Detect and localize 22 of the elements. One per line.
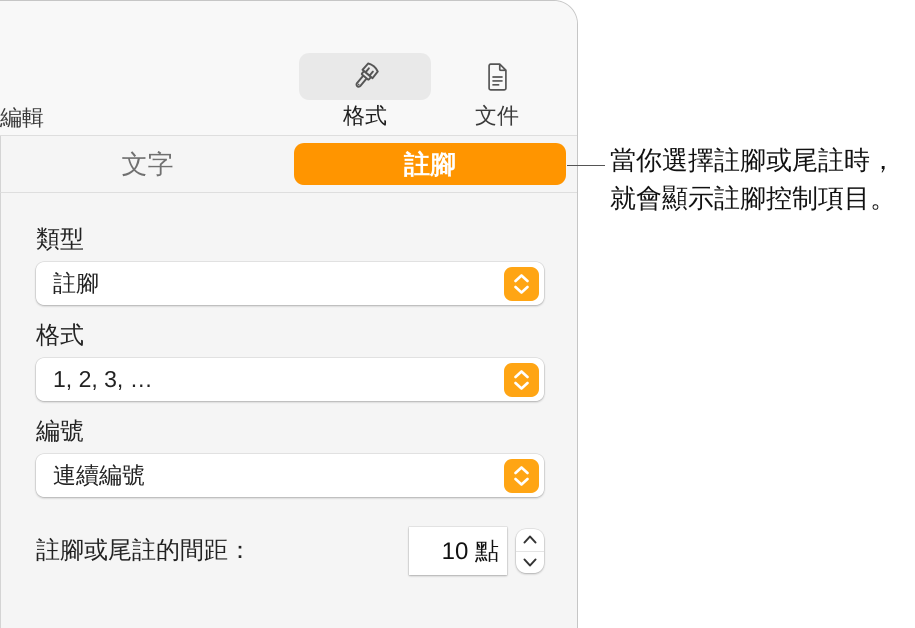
popup-menu[interactable]: 1, 2, 3, … bbox=[36, 358, 544, 401]
spacing-field[interactable]: 10 點 bbox=[409, 527, 507, 575]
up-down-chevron-icon bbox=[504, 362, 539, 396]
leader-line bbox=[567, 165, 605, 166]
document-icon bbox=[486, 62, 508, 90]
toolbar-label: 格式 bbox=[343, 102, 387, 130]
tab[interactable]: 文字 bbox=[11, 143, 284, 185]
toolbar-button[interactable] bbox=[299, 53, 431, 100]
chevron-down-icon bbox=[523, 558, 537, 567]
field-label: 類型 bbox=[36, 226, 85, 254]
stepper[interactable] bbox=[516, 529, 544, 573]
callout-text: 當你選擇註腳或尾註時， 就會顯示註腳控制項目。 bbox=[610, 144, 896, 215]
popup-menu[interactable]: 註腳 bbox=[36, 262, 544, 305]
up-down-chevron-icon bbox=[504, 458, 539, 492]
toolbar-label: 文件 bbox=[475, 102, 519, 130]
toolbar-label[interactable]: 編輯 bbox=[0, 104, 44, 132]
field-label: 格式 bbox=[36, 322, 85, 350]
popup-menu[interactable]: 連續編號 bbox=[36, 454, 544, 497]
spacing-label: 註腳或尾註的間距： bbox=[36, 537, 253, 565]
chevron-up-icon bbox=[523, 535, 537, 544]
up-down-chevron-icon bbox=[504, 266, 539, 300]
field-label: 編號 bbox=[36, 418, 85, 446]
